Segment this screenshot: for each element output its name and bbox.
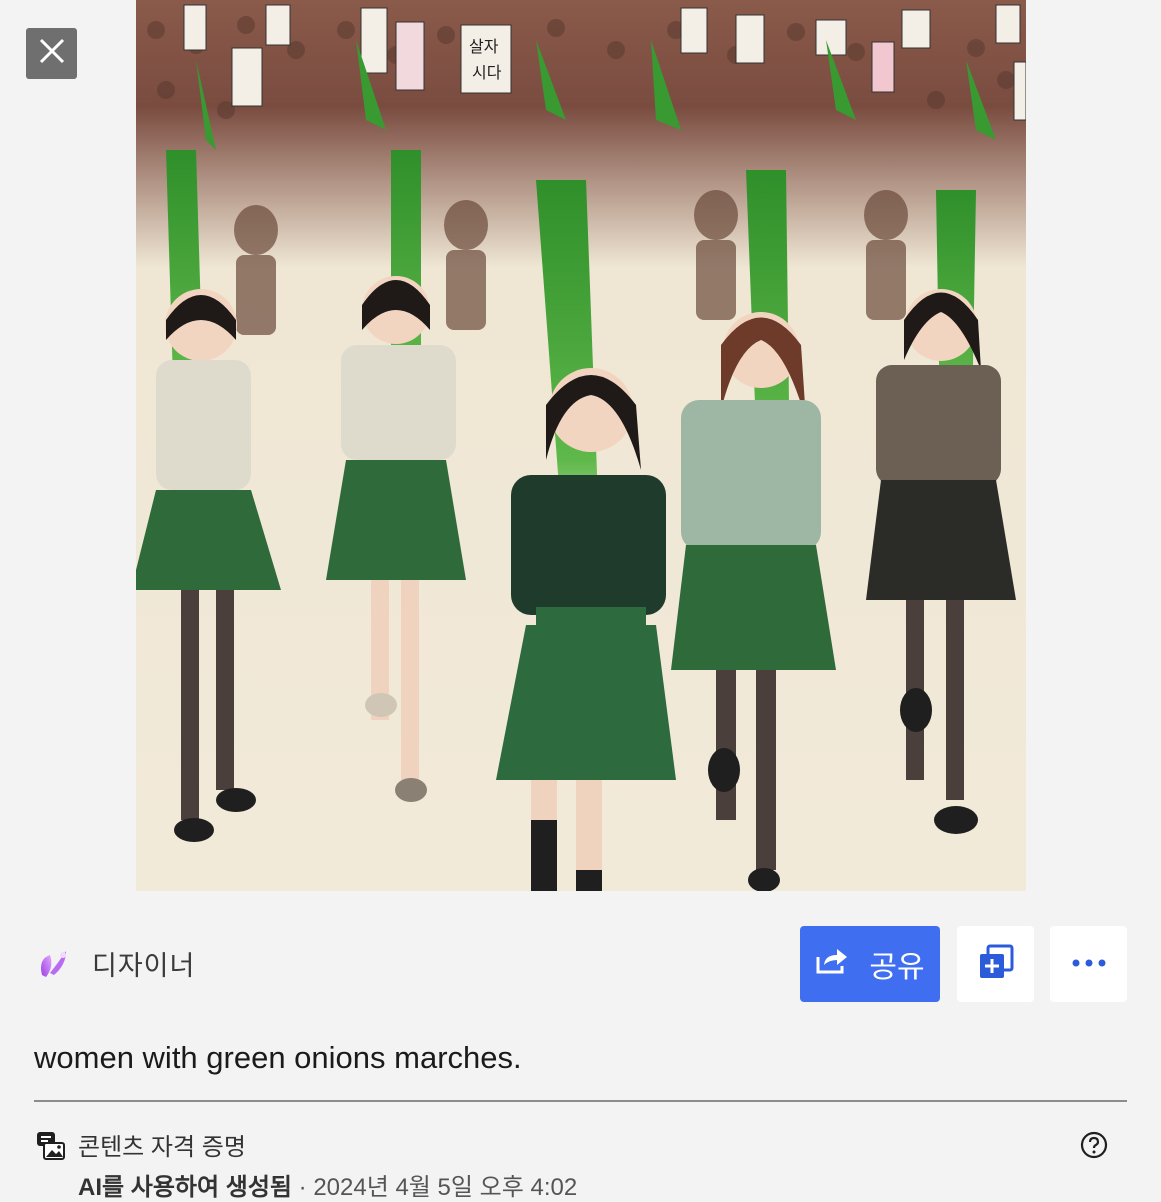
share-icon — [815, 945, 869, 983]
app-name: 디자이너 — [92, 951, 196, 981]
share-label: 공유 — [869, 951, 925, 984]
generated-image[interactable]: 살자 시다 — [136, 0, 1026, 891]
share-button[interactable]: 공유 — [800, 926, 940, 1002]
add-to-collection-icon — [978, 944, 1014, 985]
credentials-title: 콘텐츠 자격 증명 — [78, 1134, 246, 1161]
sign-text-2: 시다 — [472, 63, 502, 82]
close-icon — [39, 38, 65, 69]
ai-generated-label: AI를 사용하여 생성됨 — [78, 1174, 292, 1201]
divider — [34, 1100, 1127, 1102]
credentials-separator: · — [291, 1174, 314, 1201]
designer-logo-icon — [36, 947, 70, 981]
credentials-detail: AI를 사용하여 생성됨 · 2024년 4월 5일 오후 4:02 — [78, 1167, 577, 1202]
more-options-button[interactable] — [1050, 926, 1127, 1002]
sign-text-1: 살자 — [469, 37, 499, 56]
add-to-collection-button[interactable] — [957, 926, 1034, 1002]
app-brand: 디자이너 — [36, 944, 195, 983]
generation-timestamp: 2024년 4월 5일 오후 4:02 — [313, 1174, 578, 1201]
help-icon[interactable] — [1080, 1131, 1108, 1164]
more-options-icon — [1071, 955, 1107, 973]
action-toolbar: 디자이너 공유 — [0, 922, 1161, 1006]
prompt-text: women with green onions marches. — [34, 1040, 522, 1075]
content-credentials-icon — [36, 1131, 66, 1166]
close-button[interactable] — [26, 28, 77, 79]
